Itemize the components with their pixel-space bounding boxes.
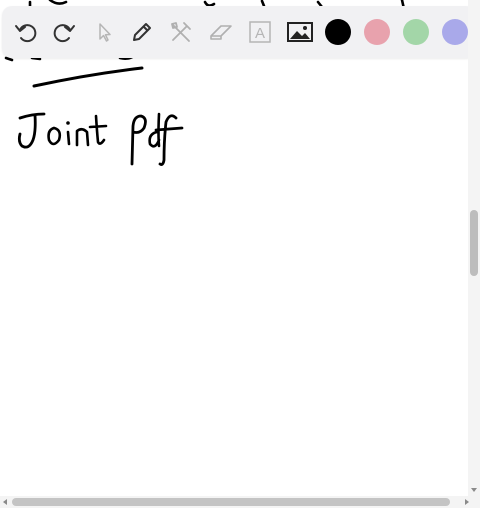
- select-tool-button[interactable]: [86, 6, 122, 58]
- cursor-icon: [99, 23, 111, 42]
- pencil-icon: [133, 23, 151, 41]
- color-swatch-black[interactable]: [325, 19, 351, 45]
- color-swatch-green[interactable]: [403, 19, 429, 45]
- pen-tool-button[interactable]: [124, 6, 160, 58]
- text-tool-glyph: A: [255, 25, 265, 42]
- drawing-toolbar: A: [2, 6, 476, 58]
- color-swatch-lavender[interactable]: [442, 19, 468, 45]
- text-tool-button[interactable]: A: [242, 6, 278, 58]
- horizontal-scroll-thumb[interactable]: [12, 498, 450, 506]
- eraser-tool-button[interactable]: [203, 6, 239, 58]
- drawing-canvas[interactable]: [0, 0, 480, 508]
- color-swatch-pink[interactable]: [364, 19, 390, 45]
- image-icon: [287, 22, 313, 42]
- tools-button[interactable]: [163, 6, 199, 58]
- scroll-left-arrow-icon[interactable]: [3, 499, 7, 505]
- text-box-icon: A: [249, 21, 271, 43]
- redo-button[interactable]: [46, 6, 82, 58]
- eraser-icon: [210, 25, 232, 40]
- scroll-down-arrow-icon[interactable]: [471, 488, 477, 492]
- image-tool-button[interactable]: [282, 6, 318, 58]
- handwriting-ink: [4, 0, 406, 166]
- scroll-right-arrow-icon[interactable]: [465, 499, 469, 505]
- redo-icon: [53, 24, 75, 43]
- hammer-wrench-icon: [171, 22, 191, 42]
- vertical-scroll-thumb[interactable]: [470, 210, 478, 276]
- undo-icon: [15, 24, 37, 43]
- undo-button[interactable]: [8, 6, 44, 58]
